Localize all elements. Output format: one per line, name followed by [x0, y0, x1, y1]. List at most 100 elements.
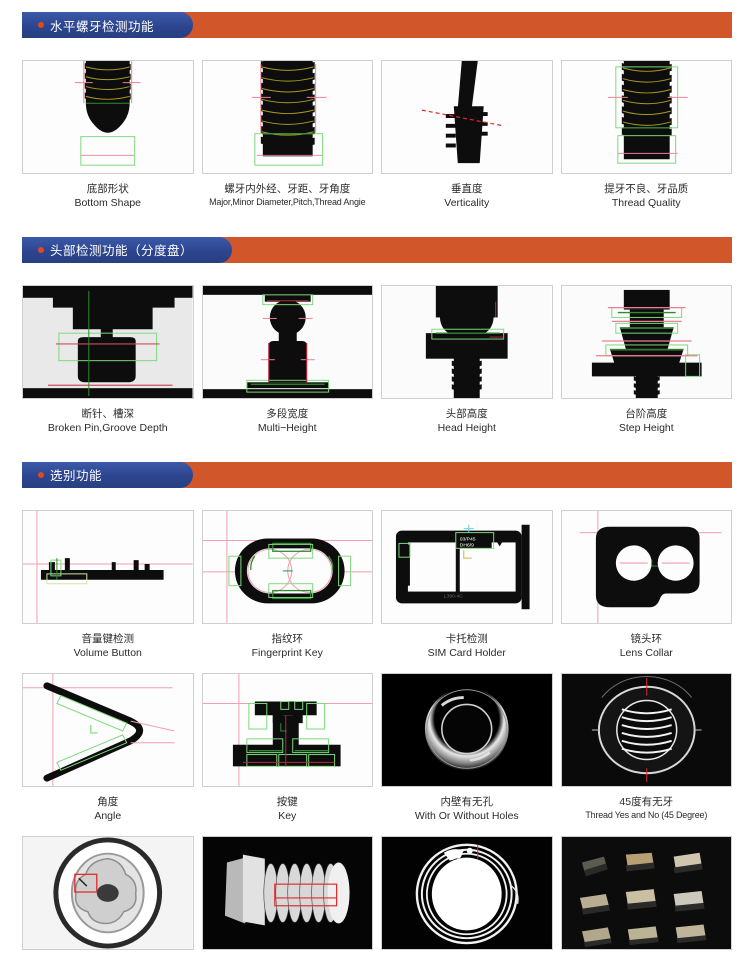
- panel-caption: 360° 内螺纹牙伤 360 Degree Internal Thread In…: [381, 950, 553, 956]
- thumbnail-image: [381, 284, 553, 399]
- caption-cn: 螺牙内外经、牙距、牙角度: [224, 183, 351, 195]
- panel-row-s2r1: 断针、槽深 Broken Pin,Groove Depth 多段宽度 Multi…: [22, 284, 733, 436]
- panel-row-s3r3: 头部裂痕 Head Crack: [22, 835, 732, 956]
- thumbnail-image: [560, 672, 732, 787]
- thumbnail-image: [22, 284, 194, 399]
- panel-caption: 音量键检测 Volume Button: [22, 624, 194, 661]
- thumbnail-image: [201, 60, 373, 174]
- panel-angle[interactable]: 角度 Angle: [22, 672, 194, 824]
- caption-cn: 断针、槽深: [81, 407, 135, 420]
- panel-major-minor-diameter[interactable]: 螺牙内外经、牙距、牙角度 Major,Minor Diameter,Pitch,…: [201, 60, 373, 211]
- section-tab: 头部检测功能（分度盘）: [22, 236, 233, 263]
- panel-caption: 断针、槽深 Broken Pin,Groove Depth: [22, 399, 194, 436]
- caption-cn: 内壁有无孔: [440, 795, 494, 808]
- panel-sim-card-holder[interactable]: 03/P45 DH6/9 L390-4C 卡托检测 SIM Card Holde…: [381, 509, 553, 661]
- bullet-dot-icon: [38, 246, 44, 253]
- thumbnail-image: [22, 835, 194, 950]
- panel-with-without-holes[interactable]: 内壁有无孔 With Or Without Holes: [381, 672, 553, 824]
- panel-lens-collar[interactable]: 镜头环 Lens Collar: [560, 509, 733, 661]
- catalog-page: 水平螺牙检测功能 底部形状 Bottom Shape 螺牙内外经、牙距、牙角度 …: [0, 0, 750, 956]
- caption-en: Thread Quality: [611, 197, 681, 210]
- panel-color-recognition[interactable]: 颜色识别 Color Recognition: [560, 835, 732, 956]
- thumbnail-image: [22, 672, 194, 787]
- panel-head-crack[interactable]: 头部裂痕 Head Crack: [22, 835, 194, 956]
- angle-art: [23, 673, 193, 786]
- panel-caption: 卡托检测 SIM Card Holder: [381, 624, 553, 661]
- panel-caption: 镜头环 Lens Collar: [561, 624, 733, 661]
- section-header-head-inspection: 头部检测功能（分度盘）: [22, 236, 732, 263]
- thumbnail-image: [560, 835, 732, 950]
- panel-key[interactable]: 按键 Key: [201, 672, 374, 824]
- panel-bottom-shape[interactable]: 底部形状 Bottom Shape: [22, 60, 194, 211]
- multi-height-art: [202, 285, 372, 398]
- bottom-shape-art: [23, 61, 193, 173]
- caption-en: Verticality: [444, 197, 490, 210]
- svg-text:L390-4C: L390-4C: [444, 593, 464, 599]
- caption-en: Lens Collar: [619, 647, 673, 660]
- thumbnail-image: 03/P45 DH6/9 L390-4C: [381, 509, 553, 624]
- caption-cn: 头部高度: [445, 407, 488, 420]
- section-bar: [219, 237, 732, 263]
- thumbnail-image: [560, 509, 732, 624]
- panel-head-height[interactable]: 头部高度 Head Height: [381, 284, 553, 436]
- thread-injury-360-art: [202, 836, 372, 949]
- thumbnail-image: [560, 60, 732, 174]
- bullet-dot-icon: [38, 471, 44, 478]
- step-height-art: [561, 285, 731, 398]
- thumbnail-image: [381, 60, 553, 174]
- caption-en: Step Height: [618, 422, 674, 435]
- panel-fingerprint-key[interactable]: 指纹环 Fingerprint Key: [201, 509, 374, 661]
- volume-button-art: [23, 510, 193, 623]
- bullet-dot-icon: [38, 22, 44, 28]
- thumbnail-image: [201, 284, 373, 399]
- panel-row-s3r2: 角度 Angle 按键 Key 内壁有无孔 With Or Without Ho…: [22, 672, 732, 824]
- panel-caption: 台阶高度 Step Height: [561, 399, 733, 436]
- caption-en: Multi−Height: [257, 422, 317, 435]
- panel-multi-height[interactable]: 多段宽度 Multi−Height: [201, 284, 373, 436]
- svg-text:03/P45: 03/P45: [460, 536, 476, 542]
- panel-caption: 按键 Key: [202, 787, 374, 824]
- panel-thread-yes-no-45[interactable]: 45度有无牙 Thread Yes and No (45 Degree): [560, 672, 732, 824]
- caption-cn: 45度有无牙: [619, 795, 674, 808]
- major-minor-art: [202, 61, 372, 173]
- key-art: [202, 673, 372, 786]
- panel-caption: 360度牙伤 360 Degree Thread Injury: [202, 950, 374, 956]
- section-bar: [180, 462, 732, 488]
- color-recognition-art: [561, 836, 731, 949]
- panel-step-height[interactable]: 台阶高度 Step Height: [560, 284, 733, 436]
- section-title: 水平螺牙检测功能: [50, 19, 155, 34]
- panel-thread-injury-360[interactable]: 360度牙伤 360 Degree Thread Injury: [201, 835, 374, 956]
- section-header-sorting: 选别功能: [22, 461, 732, 488]
- caption-en: SIM Card Holder: [427, 647, 506, 660]
- broken-pin-art: [23, 285, 193, 398]
- caption-en: Broken Pin,Groove Depth: [47, 422, 168, 435]
- thumbnail-image: [201, 835, 373, 950]
- caption-cn: 台阶高度: [625, 407, 668, 420]
- panel-internal-thread-injury-360[interactable]: 360° 内螺纹牙伤 360 Degree Internal Thread In…: [381, 835, 553, 956]
- thumbnail-image: [201, 672, 373, 787]
- panel-volume-button[interactable]: 音量键检测 Volume Button: [22, 509, 194, 661]
- section-title: 头部检测功能（分度盘）: [50, 244, 194, 259]
- thumbnail-image: [201, 509, 373, 624]
- thumbnail-image: [22, 509, 194, 624]
- panel-thread-quality[interactable]: 提牙不良、牙品质 Thread Quality: [560, 60, 732, 211]
- section-title: 选别功能: [50, 469, 103, 484]
- caption-en: Bottom Shape: [74, 197, 142, 210]
- caption-cn: 底部形状: [86, 183, 129, 195]
- verticality-art: [382, 61, 552, 173]
- panel-verticality[interactable]: 垂直度 Verticality: [381, 60, 553, 211]
- fingerprint-key-art: [202, 510, 372, 623]
- panel-caption: 指纹环 Fingerprint Key: [202, 624, 374, 661]
- panel-caption: 底部形状 Bottom Shape: [22, 174, 194, 211]
- caption-en: Angle: [94, 810, 122, 823]
- caption-cn: 镜头环: [630, 632, 663, 645]
- head-height-art: [382, 285, 552, 398]
- panel-caption: 垂直度 Verticality: [381, 174, 553, 211]
- panel-broken-pin[interactable]: 断针、槽深 Broken Pin,Groove Depth: [22, 284, 194, 436]
